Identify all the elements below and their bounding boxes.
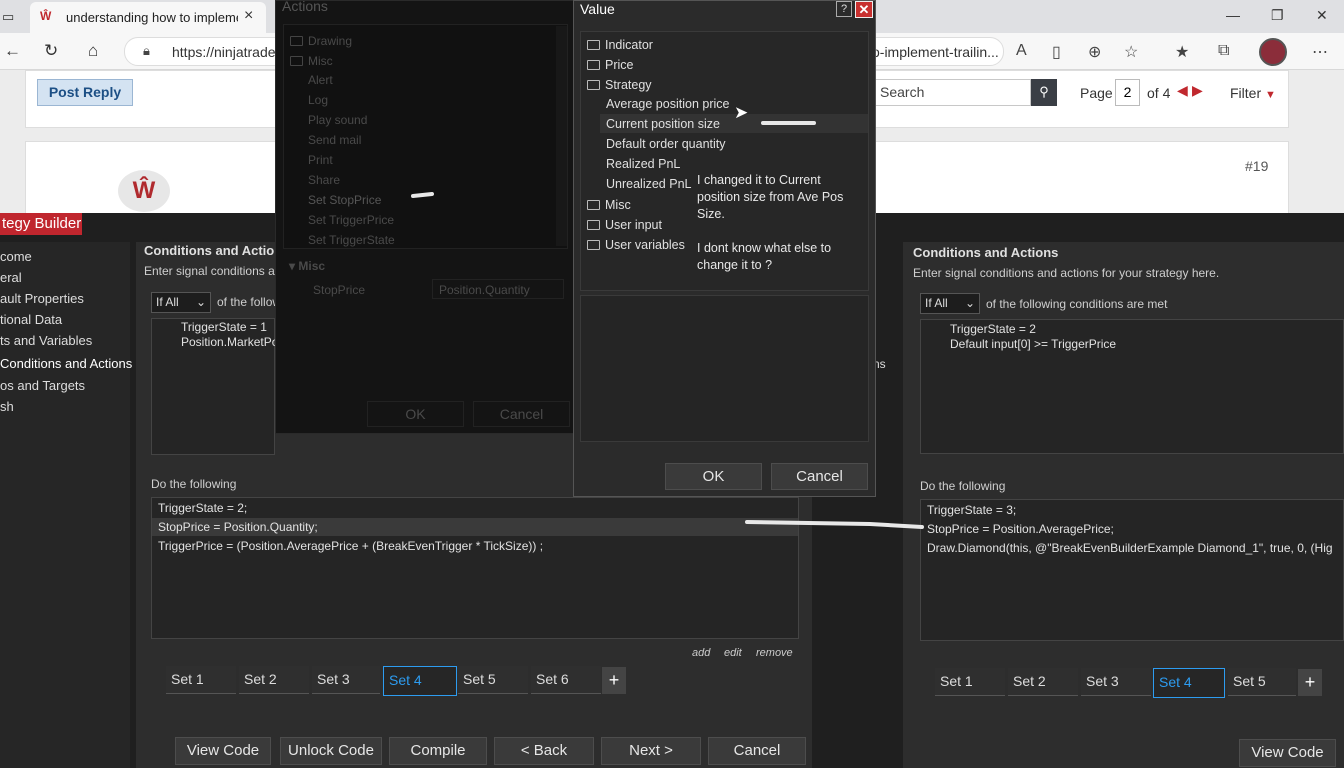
annotation-stroke [411,192,434,198]
annotation-stroke [745,520,924,529]
annotation-strokes [411,121,924,529]
